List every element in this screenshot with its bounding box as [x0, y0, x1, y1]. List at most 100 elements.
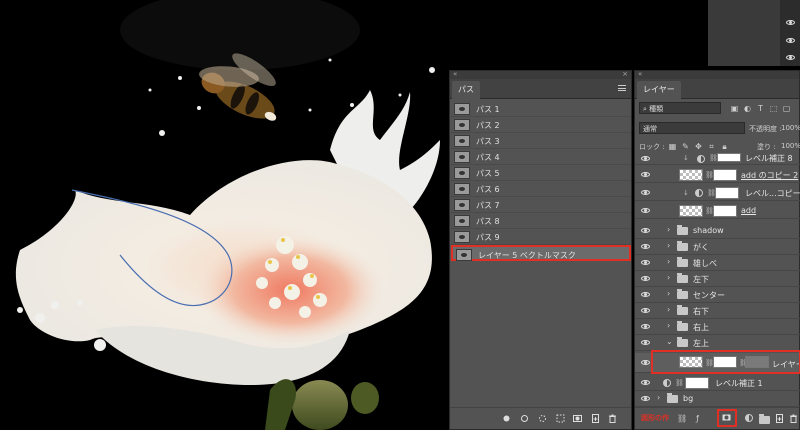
path-list-item[interactable]: パス 1: [451, 101, 631, 117]
new-group-icon[interactable]: [759, 414, 770, 424]
eye-icon[interactable]: [641, 324, 650, 329]
chevron-right-icon[interactable]: ›: [667, 225, 670, 234]
lock-position-icon[interactable]: ✥: [694, 142, 703, 151]
eye-icon[interactable]: [786, 55, 795, 60]
highlight-box: [651, 350, 800, 374]
path-thumbnail: [454, 199, 470, 211]
layer-group-row[interactable]: › shadow: [635, 223, 800, 239]
chevron-right-icon[interactable]: ›: [667, 273, 670, 282]
eye-icon[interactable]: [641, 380, 650, 385]
path-to-selection-icon[interactable]: [538, 414, 547, 423]
layer-group-row[interactable]: ⌄ 左上: [635, 335, 800, 351]
layer-group-row[interactable]: › センター: [635, 287, 800, 303]
smart-object-filter-icon[interactable]: ▢: [782, 104, 791, 113]
path-list-item[interactable]: パス 8: [451, 213, 631, 229]
eye-icon[interactable]: [786, 20, 795, 25]
folder-icon: [677, 305, 688, 315]
eye-icon[interactable]: [641, 292, 650, 297]
pixel-filter-icon[interactable]: ▣: [730, 104, 739, 113]
eye-icon[interactable]: [641, 396, 650, 401]
layer-row[interactable]: ⛓ add のコピー 2: [635, 167, 800, 183]
tab-paths[interactable]: パス: [452, 81, 480, 99]
link-icon: ⛓: [675, 379, 684, 387]
selection-to-path-icon[interactable]: [556, 414, 565, 423]
layers-tabbar: レイヤー: [635, 79, 799, 99]
path-thumbnail: [454, 183, 470, 195]
new-layer-icon[interactable]: [775, 414, 784, 423]
chevron-right-icon[interactable]: ›: [667, 305, 670, 314]
lock-artboard-icon[interactable]: ⌗: [707, 142, 716, 151]
collapse-icon[interactable]: «: [638, 70, 642, 78]
new-adjustment-icon[interactable]: [745, 414, 753, 422]
path-list-item[interactable]: パス 4: [451, 149, 631, 165]
adjustment-filter-icon[interactable]: ◐: [743, 104, 752, 113]
path-name: レイヤー 5 ベクトルマスク: [478, 251, 576, 260]
path-thumbnail: [454, 231, 470, 243]
path-list-item[interactable]: パス 5: [451, 165, 631, 181]
path-thumbnail: [456, 249, 472, 261]
stroke-path-icon[interactable]: [520, 414, 529, 423]
path-list-item[interactable]: パス 2: [451, 117, 631, 133]
chevron-down-icon[interactable]: ⌄: [666, 337, 673, 346]
layer-row[interactable]: ⛓ add: [635, 203, 800, 219]
fill-path-icon[interactable]: [502, 414, 511, 423]
kind-filter-select[interactable]: ⌕ 種類: [639, 102, 721, 114]
blend-mode-select[interactable]: 通常: [639, 122, 745, 134]
layer-group-row[interactable]: › 雄しべ: [635, 255, 800, 271]
clip-icon: ↓: [683, 189, 689, 197]
eye-icon[interactable]: [641, 276, 650, 281]
path-list-item[interactable]: パス 3: [451, 133, 631, 149]
eye-icon[interactable]: [641, 340, 650, 345]
eye-icon[interactable]: [641, 208, 650, 213]
path-list-item[interactable]: レイヤー 5 ベクトルマスク: [451, 245, 631, 261]
close-icon[interactable]: ×: [622, 70, 628, 78]
chevron-right-icon[interactable]: ›: [667, 241, 670, 250]
chevron-right-icon[interactable]: ›: [667, 289, 670, 298]
mask-icon[interactable]: [573, 414, 582, 423]
eye-icon[interactable]: [641, 360, 650, 365]
eye-icon[interactable]: [641, 260, 650, 265]
path-list-item[interactable]: パス 9: [451, 229, 631, 245]
layer-name: 右上: [693, 323, 709, 332]
lock-pixels-icon[interactable]: ✎: [681, 142, 690, 151]
canvas-artwork[interactable]: [0, 0, 450, 430]
folder-icon: [677, 225, 688, 235]
eye-icon[interactable]: [641, 228, 650, 233]
tab-layers[interactable]: レイヤー: [637, 81, 681, 99]
eye-icon[interactable]: [641, 190, 650, 195]
fx-icon[interactable]: ƒ: [693, 414, 702, 423]
lock-all-icon[interactable]: 🔒︎: [720, 142, 729, 151]
layer-group-row[interactable]: › 左下: [635, 271, 800, 287]
mask-thumbnail: [713, 169, 737, 181]
layer-group-row[interactable]: › がく: [635, 239, 800, 255]
trash-icon[interactable]: [789, 414, 798, 423]
eye-icon[interactable]: [641, 156, 650, 161]
layer-row[interactable]: ⛓ レベル補正 1: [635, 375, 800, 391]
trash-icon[interactable]: [608, 414, 617, 423]
chevron-right-icon[interactable]: ›: [667, 257, 670, 266]
eye-icon[interactable]: [641, 308, 650, 313]
new-path-icon[interactable]: [591, 414, 600, 423]
shape-filter-icon[interactable]: ⬚: [769, 104, 778, 113]
type-filter-icon[interactable]: T: [756, 104, 765, 113]
fill-value[interactable]: 100%: [781, 142, 800, 150]
layer-row[interactable]: ↓ ⛓ レベル補正 8: [635, 153, 800, 165]
eye-icon[interactable]: [641, 172, 650, 177]
path-list-item[interactable]: パス 7: [451, 197, 631, 213]
layer-group-row[interactable]: › 右上: [635, 319, 800, 335]
link-layers-icon[interactable]: ⛓: [677, 414, 687, 423]
layer-row[interactable]: ↓ ⛓ レベル...コピー: [635, 185, 800, 201]
layer-group-row[interactable]: › 右下: [635, 303, 800, 319]
eye-icon[interactable]: [786, 38, 795, 43]
panel-menu-icon[interactable]: [618, 85, 626, 91]
add-mask-icon[interactable]: [722, 413, 731, 422]
path-list-item[interactable]: パス 6: [451, 181, 631, 197]
lock-transparency-icon[interactable]: ▦: [668, 142, 677, 151]
eye-icon[interactable]: [641, 244, 650, 249]
chevron-right-icon[interactable]: ›: [657, 393, 660, 402]
chevron-right-icon[interactable]: ›: [667, 321, 670, 330]
collapse-icon[interactable]: «: [453, 70, 457, 78]
layer-group-row[interactable]: › bg: [635, 391, 800, 407]
opacity-value[interactable]: 100%: [781, 124, 800, 132]
lock-row: ロック : ▦ ✎ ✥ ⌗ 🔒︎ 塗り : 100%: [635, 139, 800, 154]
